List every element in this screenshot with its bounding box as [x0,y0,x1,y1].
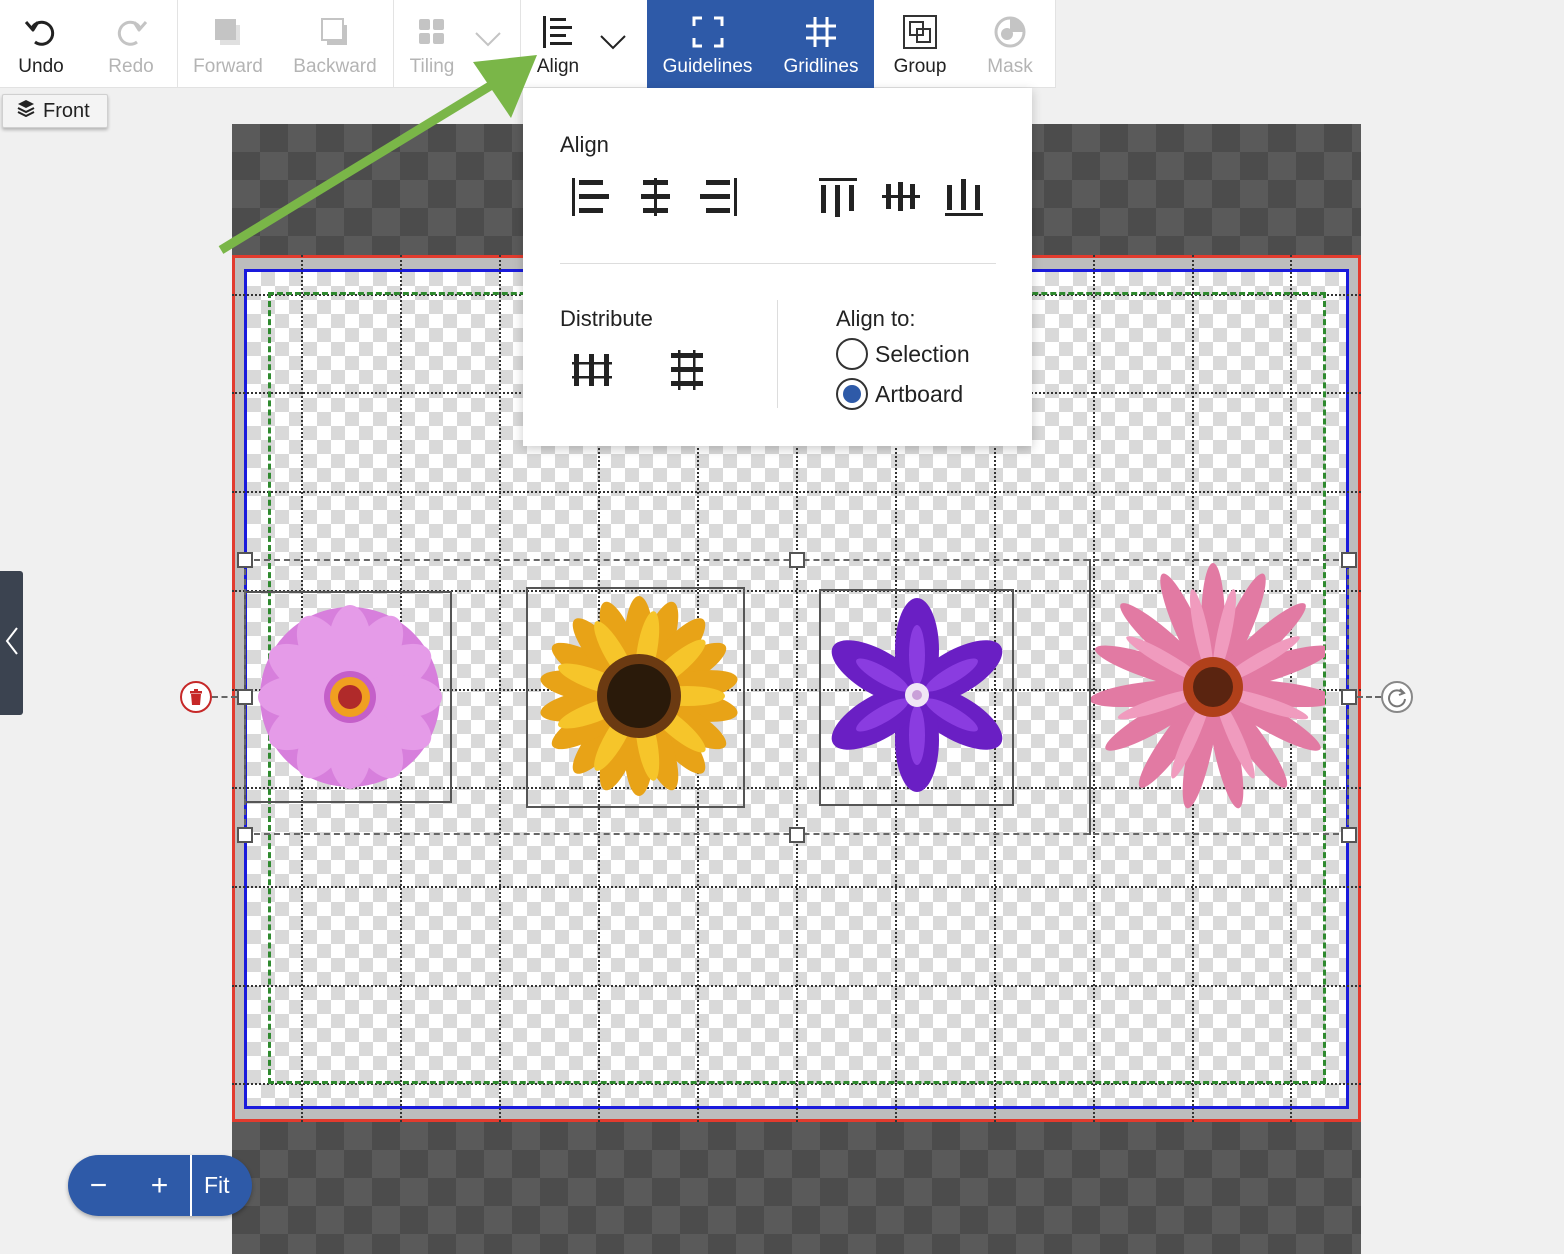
front-label: Front [43,99,90,122]
mask-icon [993,12,1027,52]
align-popup: Align Distribute Align to: Selection Art… [523,88,1032,446]
rotate-icon[interactable] [1380,680,1414,719]
chevron-left-icon [4,626,20,661]
mask-label: Mask [987,56,1033,77]
group-button[interactable]: Group [880,0,960,88]
resize-handle-top-left[interactable] [237,552,253,568]
bring-forward-icon [212,12,244,52]
green-arrow-annotation [215,50,545,265]
resize-handle-bottom-right[interactable] [1341,827,1357,843]
guidelines-icon [691,12,725,52]
undo-label: Undo [18,56,64,77]
align-to-artboard-label: Artboard [875,380,964,407]
align-right-icon[interactable] [697,176,739,223]
distribute-horizontal-icon[interactable] [572,350,612,395]
gridlines-label: Gridlines [783,56,859,77]
group-label: Group [893,56,947,77]
zoom-controls: − + Fit [68,1155,252,1216]
resize-handle-top-right[interactable] [1341,552,1357,568]
align-to-artboard-radio[interactable]: Artboard [836,378,963,410]
resize-handle-top-center[interactable] [789,552,805,568]
undo-icon [23,12,59,52]
zoom-in-button[interactable]: + [129,1155,190,1216]
radio-checked-icon [836,378,868,410]
group-icon [902,12,938,52]
align-bottom-icon[interactable] [943,176,985,223]
align-top-icon[interactable] [817,176,859,223]
redo-button[interactable]: Redo [90,0,172,88]
layers-icon [17,99,35,123]
rotate-connector [1357,696,1381,698]
distribute-section-title: Distribute [560,306,653,331]
popup-vertical-divider [777,300,778,408]
guidelines-label: Guidelines [662,56,753,77]
delete-connector [212,696,237,698]
front-button[interactable]: Front [2,94,108,128]
align-to-title: Align to: [836,306,916,331]
side-panel-toggle[interactable] [0,571,23,715]
zoom-out-button[interactable]: − [68,1155,129,1216]
popup-divider [560,263,996,264]
resize-handle-middle-right[interactable] [1341,689,1357,705]
resize-handle-middle-left[interactable] [237,689,253,705]
radio-unchecked-icon [836,338,868,370]
zoom-fit-button[interactable]: Fit [190,1155,230,1216]
undo-button[interactable]: Undo [0,0,82,88]
align-horizontal-center-icon[interactable] [635,176,677,223]
redo-label: Redo [108,56,154,77]
align-to-selection-radio[interactable]: Selection [836,338,970,370]
align-left-icon[interactable] [570,176,612,223]
delete-icon[interactable] [179,680,213,719]
selection-bounding-box[interactable] [244,559,1349,835]
resize-handle-bottom-left[interactable] [237,827,253,843]
align-vertical-center-icon[interactable] [880,176,922,223]
canvas-outside-bottom [232,1122,1361,1254]
tiling-icon [417,12,447,52]
align-left-icon [540,12,576,52]
align-chevron-down-icon[interactable] [599,33,627,56]
send-backward-icon [319,12,351,52]
align-section-title: Align [560,132,609,157]
redo-icon [113,12,149,52]
mask-button[interactable]: Mask [975,0,1045,88]
gridlines-button[interactable]: Gridlines [768,0,874,88]
distribute-vertical-icon[interactable] [667,350,707,395]
guidelines-button[interactable]: Guidelines [647,0,768,88]
resize-handle-bottom-center[interactable] [789,827,805,843]
align-to-selection-label: Selection [875,340,970,367]
gridlines-icon [804,12,838,52]
